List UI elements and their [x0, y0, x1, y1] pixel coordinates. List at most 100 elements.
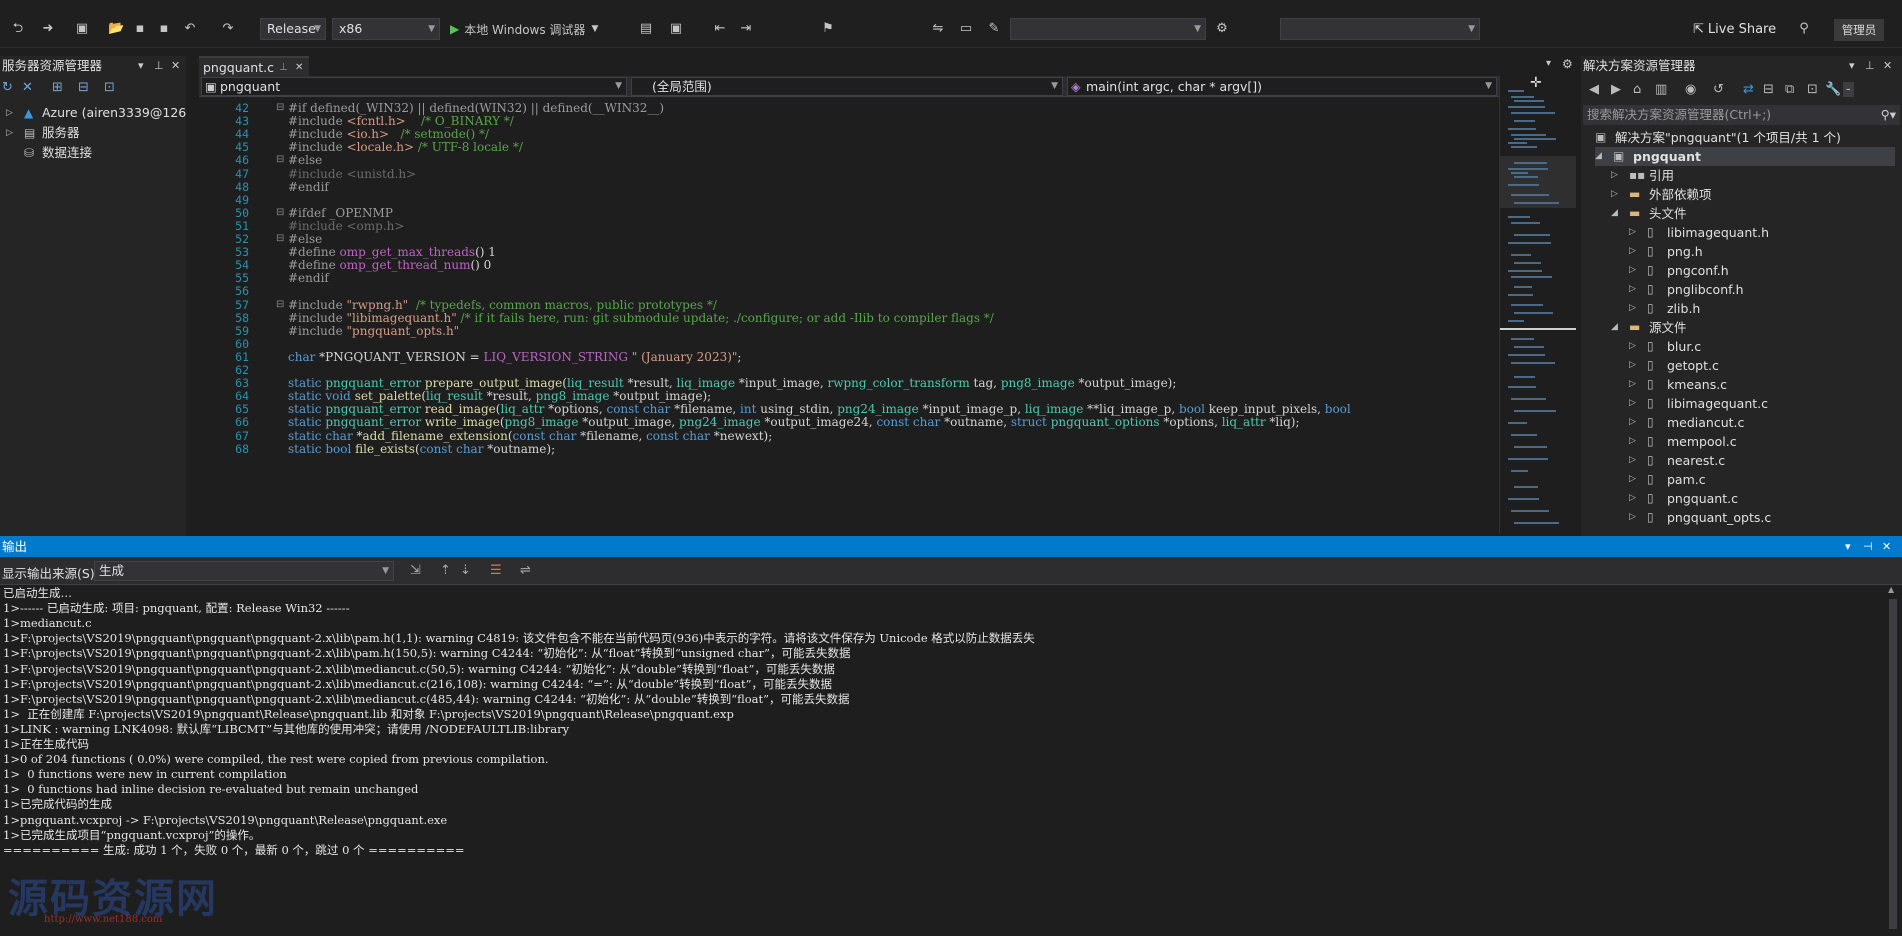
pin-icon[interactable]: ⊥	[1865, 56, 1875, 76]
tree-item-servers[interactable]: ▷ ▤ 服务器	[0, 123, 186, 143]
tab-pngquant-c[interactable]: pngquant.c ⊥ ✕	[199, 56, 309, 76]
step-over-icon[interactable]: ⇥	[738, 21, 754, 37]
chevron-down-icon[interactable]: ▾	[1849, 56, 1855, 76]
tree-item-data-connections[interactable]: ⛁ 数据连接	[0, 143, 186, 163]
minimap-scrollbar[interactable]: ✛	[1499, 75, 1576, 533]
expand-icon[interactable]: ▷	[1629, 337, 1636, 356]
tree-item-project[interactable]: ◢ ▣ pngquant	[1595, 147, 1895, 166]
folder-icon[interactable]: ▤	[638, 21, 654, 37]
solution-search-input[interactable]: 搜索解决方案资源管理器(Ctrl+;) ⚲▾	[1583, 105, 1900, 125]
diff-icon[interactable]: ⇋	[930, 21, 946, 37]
settings-icon[interactable]: ⚙	[1214, 21, 1230, 37]
chevron-down-icon[interactable]: ▾	[138, 56, 144, 76]
collapse-all-icon[interactable]: ⊟	[1763, 82, 1774, 97]
gear-icon[interactable]: ⚙	[1562, 57, 1573, 71]
close-icon[interactable]: ✕	[1882, 536, 1891, 557]
expand-icon[interactable]: ▷	[1629, 242, 1636, 261]
save-icon[interactable]: ▪	[132, 21, 148, 37]
expand-icon[interactable]: ▷	[1629, 508, 1636, 527]
chevron-down-icon[interactable]: ▾	[1845, 536, 1851, 557]
live-share-button[interactable]: ⇱ Live Share	[1693, 20, 1776, 40]
new-project-icon[interactable]: ▣	[74, 21, 90, 37]
close-icon[interactable]: ✕	[295, 58, 303, 78]
expand-icon[interactable]: ▷	[6, 103, 13, 123]
forward-icon[interactable]: ➜	[40, 21, 56, 37]
search-dropdown[interactable]: ▼	[1280, 18, 1480, 40]
close-icon[interactable]: ✕	[171, 56, 180, 76]
pen-icon[interactable]: ✎	[986, 21, 1002, 37]
output-text-area[interactable]: 已启动生成… 1>------ 已启动生成: 项目: pngquant, 配置: …	[0, 585, 1882, 933]
next-message-icon[interactable]: ⇣	[460, 563, 471, 578]
pin-icon[interactable]: ⊣	[1863, 536, 1873, 557]
redo-icon[interactable]: ↷	[220, 21, 236, 37]
find-message-icon[interactable]: ⇲	[410, 563, 421, 578]
back-icon[interactable]: ◀	[1589, 82, 1599, 97]
expand-icon[interactable]: ▷	[1629, 451, 1636, 470]
code-editor[interactable]: 42 ⊟ #if defined(_WIN32) || defined(WIN32)…	[199, 97, 1499, 533]
split-icon[interactable]: ✛	[1530, 75, 1542, 91]
open-folder-icon[interactable]: 📂	[108, 21, 124, 37]
tree-item-azure[interactable]: ▷ ▲ Azure (airen3339@126.com)	[0, 103, 222, 123]
search-icon[interactable]: ⚲▾	[1881, 105, 1896, 125]
dash-icon[interactable]: -	[1843, 82, 1854, 97]
platform-dropdown[interactable]: x86 ▼	[332, 18, 440, 40]
stop-icon[interactable]: ✕	[22, 80, 33, 98]
target-dropdown[interactable]: ▼	[1010, 18, 1206, 40]
project-dropdown[interactable]: ▣ pngquant ▼	[201, 77, 627, 96]
preview-icon[interactable]: ⊡	[1807, 82, 1818, 97]
output-scrollbar[interactable]: ▲	[1882, 585, 1902, 933]
pin-icon[interactable]: ⊥	[154, 56, 164, 76]
switch-view-icon[interactable]: ▥	[1655, 82, 1667, 97]
bookmark-icon[interactable]: ⚑	[820, 21, 836, 37]
configuration-dropdown[interactable]: Release ▼	[260, 18, 326, 40]
expand-icon[interactable]: ▷	[1629, 375, 1636, 394]
pin-icon[interactable]: ⊥	[279, 58, 288, 78]
expand-icon[interactable]: ▷	[1611, 185, 1618, 204]
panel-splitter[interactable]	[186, 56, 199, 536]
undo-icon[interactable]: ↶	[182, 21, 198, 37]
filter-icon[interactable]: ⊡	[104, 80, 115, 98]
expand-icon[interactable]: ▷	[1629, 432, 1636, 451]
scope-dropdown[interactable]: (全局范围) ▼	[631, 77, 1063, 96]
refresh-icon[interactable]: ↻	[2, 80, 13, 98]
comment-icon[interactable]: ▭	[958, 21, 974, 37]
chevron-down-icon[interactable]: ▾	[1546, 58, 1551, 69]
expand-icon[interactable]: ▷	[1629, 489, 1636, 508]
feedback-icon[interactable]: ⚲	[1796, 21, 1812, 37]
expand-icon[interactable]: ▷	[1629, 223, 1636, 242]
step-icon[interactable]: ⇤	[712, 21, 728, 37]
previous-message-icon[interactable]: ⇡	[440, 563, 451, 578]
expand-icon[interactable]: ▷	[1629, 280, 1636, 299]
scroll-thumb[interactable]	[1889, 599, 1897, 929]
start-debugger-button[interactable]: ▶ 本地 Windows 调试器 ▼	[450, 19, 598, 39]
scroll-up-icon[interactable]: ▲	[1888, 585, 1894, 594]
expand-icon[interactable]: ▷	[1629, 413, 1636, 432]
code-line[interactable]: 68 static bool file_exists(const char *ou…	[199, 441, 1499, 457]
history-icon[interactable]: ↺	[1713, 82, 1724, 97]
show-all-files-icon[interactable]: ⧉	[1785, 82, 1794, 97]
expand-icon[interactable]: ▷	[1629, 261, 1636, 280]
connect-icon[interactable]: ⊞	[52, 80, 63, 98]
properties-icon[interactable]: 🔧	[1825, 82, 1841, 97]
back-icon[interactable]: ⮌	[10, 21, 26, 37]
screenshot-icon[interactable]: ▣	[668, 21, 684, 37]
expand-icon[interactable]: ▷	[1629, 470, 1636, 489]
server-icon[interactable]: ⊟	[78, 80, 89, 98]
forward-icon[interactable]: ▶	[1611, 82, 1621, 97]
pending-changes-icon[interactable]: ◉	[1685, 82, 1696, 97]
collapse-icon[interactable]: ◢	[1611, 204, 1618, 223]
expand-icon[interactable]: ▷	[1629, 299, 1636, 318]
save-all-icon[interactable]: ▪	[156, 21, 172, 37]
home-icon[interactable]: ⌂	[1633, 82, 1641, 97]
output-source-dropdown[interactable]: 生成 ▼	[94, 561, 394, 581]
collapse-icon[interactable]: ◢	[1595, 147, 1602, 166]
word-wrap-icon[interactable]: ⇌	[520, 563, 531, 578]
collapse-icon[interactable]: ◢	[1611, 318, 1618, 337]
function-dropdown[interactable]: ◈ main(int argc, char * argv[]) ▼	[1067, 77, 1497, 96]
sync-icon[interactable]: ⇄	[1743, 82, 1754, 97]
close-icon[interactable]: ✕	[1883, 56, 1892, 76]
expand-icon[interactable]: ▷	[6, 123, 13, 143]
expand-icon[interactable]: ▷	[1629, 394, 1636, 413]
clear-all-icon[interactable]: ☰	[490, 563, 502, 578]
expand-icon[interactable]: ▷	[1611, 166, 1618, 185]
